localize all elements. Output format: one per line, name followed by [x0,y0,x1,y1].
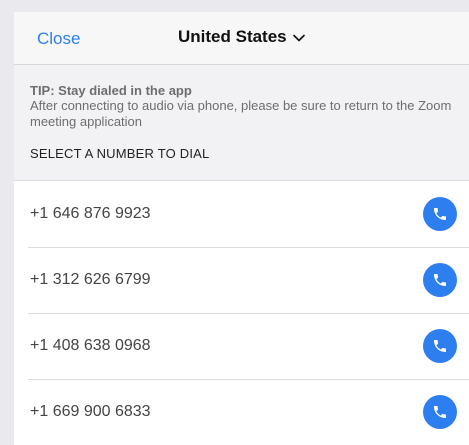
number-list: +1 646 876 9923 +1 312 626 6799 +1 408 6… [14,180,469,445]
navbar: Close United States [14,12,469,65]
chevron-down-icon [292,34,305,42]
close-button[interactable]: Close [37,29,80,49]
dial-in-sheet: Close United States TIP: Stay dialed in … [14,12,469,445]
dial-row[interactable]: +1 669 900 6833 [14,379,469,445]
phone-icon[interactable] [423,197,457,231]
tip-title: TIP: Stay dialed in the app [30,83,192,98]
country-label: United States [178,27,287,46]
tip-body: After connecting to audio via phone, ple… [30,98,452,129]
dial-row[interactable]: +1 646 876 9923 [14,181,469,247]
phone-icon[interactable] [423,329,457,363]
phone-number: +1 312 626 6799 [30,271,151,288]
tip-box: TIP: Stay dialed in the app After connec… [14,65,469,130]
section-header: SELECT A NUMBER TO DIAL [30,146,210,161]
phone-number: +1 408 638 0968 [30,337,151,354]
dial-row[interactable]: +1 408 638 0968 [14,313,469,379]
dial-row[interactable]: +1 312 626 6799 [14,247,469,313]
phone-icon[interactable] [423,263,457,297]
country-selector[interactable]: United States [178,27,305,47]
phone-number: +1 646 876 9923 [30,205,151,222]
phone-number: +1 669 900 6833 [30,403,151,420]
phone-icon[interactable] [423,395,457,429]
